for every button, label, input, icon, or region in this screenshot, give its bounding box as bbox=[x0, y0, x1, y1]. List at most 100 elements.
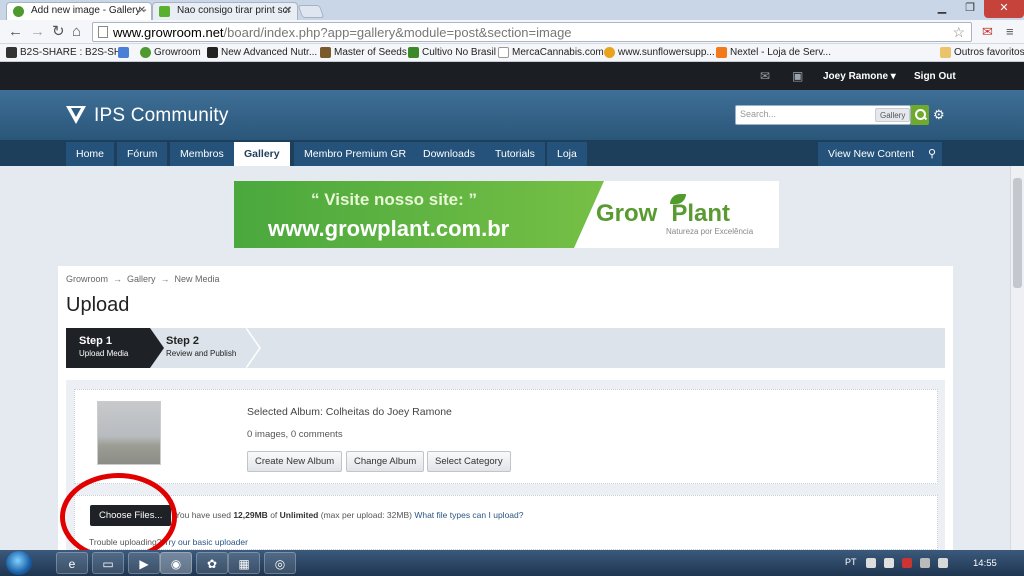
scrollbar[interactable] bbox=[1010, 166, 1024, 550]
folder-icon bbox=[940, 47, 951, 58]
step-2: Step 2 Review and Publish bbox=[166, 328, 256, 368]
browser-tab-strip: Add new image - Gallery - ✕ Nao consigo … bbox=[0, 0, 1024, 20]
search-button[interactable] bbox=[911, 105, 929, 125]
network-icon[interactable] bbox=[920, 558, 930, 568]
banner-quote: “ Visite nosso site: ” bbox=[311, 190, 477, 209]
album-counts: 0 images, 0 comments bbox=[247, 429, 343, 440]
upload-steps: Step 1 Upload Media Step 2 Review and Pu… bbox=[66, 328, 945, 368]
gmail-icon[interactable]: ✉ bbox=[982, 24, 993, 40]
nav-tab-membro-premium[interactable]: Membro Premium GR bbox=[294, 142, 417, 166]
nav-tab-membros[interactable]: Membros bbox=[170, 142, 234, 166]
security-icon[interactable] bbox=[902, 558, 912, 568]
bookmark-item[interactable]: Master of Seeds bbox=[320, 47, 407, 58]
tab-close-icon[interactable]: ✕ bbox=[138, 5, 146, 16]
bookmark-icon bbox=[320, 47, 331, 58]
bookmark-item[interactable]: B2S-SHARE : B2S-SH... bbox=[6, 47, 129, 58]
new-tab-button[interactable] bbox=[297, 5, 325, 18]
program-icon[interactable]: ◎ bbox=[264, 552, 296, 574]
reload-icon[interactable]: ↻ bbox=[52, 24, 65, 40]
page-title: Upload bbox=[66, 294, 130, 316]
other-bookmarks[interactable]: Outros favoritos bbox=[940, 47, 1024, 58]
selected-album: Selected Album: Colheitas do Joey Ramone bbox=[247, 406, 452, 418]
album-thumbnail bbox=[97, 401, 161, 465]
file-upload-box: Choose Files... You have used 12,29MB of… bbox=[74, 495, 938, 550]
sunflower-icon bbox=[604, 47, 615, 58]
bookmark-item[interactable]: Cultivo No Brasil bbox=[408, 47, 496, 58]
bookmark-icon bbox=[6, 47, 17, 58]
banner-brand: Grow Plant bbox=[596, 200, 731, 227]
main-navigation: Home Fórum Membros Gallery Membro Premiu… bbox=[0, 140, 1024, 166]
forward-arrow-icon[interactable]: → bbox=[30, 24, 45, 40]
program-icon[interactable]: ✿ bbox=[196, 552, 228, 574]
site-header: IPS Community Search... Gallery ⚙ bbox=[0, 90, 1024, 140]
volume-icon[interactable] bbox=[938, 558, 948, 568]
gear-icon[interactable]: ⚙ bbox=[933, 107, 945, 123]
program-icon[interactable]: ▦ bbox=[228, 552, 260, 574]
clock[interactable]: 14:55 bbox=[973, 558, 997, 569]
breadcrumb: Growroom → Gallery → New Media bbox=[66, 274, 220, 284]
nav-tab-gallery[interactable]: Gallery bbox=[234, 142, 290, 166]
red-annotation-circle bbox=[60, 473, 177, 561]
tray-arrow-icon[interactable] bbox=[866, 558, 876, 568]
chrome-icon[interactable]: ◉ bbox=[160, 552, 192, 574]
home-icon[interactable]: ⌂ bbox=[72, 24, 81, 40]
user-menu[interactable]: Joey Ramone ▾ bbox=[823, 71, 896, 82]
bookmark-item[interactable]: Growroom bbox=[140, 47, 201, 58]
nav-tab-forum[interactable]: Fórum bbox=[117, 142, 168, 166]
address-bar[interactable]: www.growroom.net/board/index.php?app=gal… bbox=[92, 22, 972, 42]
growplant-ad-banner[interactable]: “ Visite nosso site: ” www.growplant.com… bbox=[234, 181, 779, 248]
flag-icon[interactable] bbox=[884, 558, 894, 568]
step-number: Step 1 bbox=[79, 335, 113, 347]
basic-uploader-link[interactable]: Try our basic uploader bbox=[164, 537, 248, 547]
create-new-album-button[interactable]: Create New Album bbox=[247, 451, 343, 472]
tab-close-icon[interactable]: ✕ bbox=[284, 5, 292, 16]
growroom-icon bbox=[140, 47, 151, 58]
bookmark-star-icon[interactable]: ☆ bbox=[952, 24, 965, 41]
notifications-icon[interactable]: ▣ bbox=[792, 69, 803, 83]
bookmark-icon bbox=[207, 47, 218, 58]
minimize-icon[interactable]: ▁ bbox=[928, 0, 956, 18]
browser-tab-active[interactable]: Add new image - Gallery - ✕ bbox=[6, 2, 152, 20]
sign-out-link[interactable]: Sign Out bbox=[914, 71, 956, 82]
nextel-icon bbox=[716, 47, 727, 58]
back-arrow-icon[interactable]: ← bbox=[8, 24, 23, 40]
breadcrumb-item[interactable]: Growroom bbox=[66, 274, 108, 284]
explorer-folder-icon[interactable]: ▭ bbox=[92, 552, 124, 574]
bookmark-item[interactable]: Nextel - Loja de Serv... bbox=[716, 47, 831, 58]
bookmark-item[interactable]: www.sunflowersupp... bbox=[604, 47, 715, 58]
start-button[interactable] bbox=[6, 551, 32, 575]
file-types-link[interactable]: What file types can I upload? bbox=[414, 510, 523, 520]
maximize-icon[interactable]: ❐ bbox=[956, 0, 984, 18]
step-label: Upload Media bbox=[79, 349, 129, 358]
step-label: Review and Publish bbox=[166, 349, 237, 358]
banner-tagline: Natureza por Excelência bbox=[666, 227, 754, 236]
scrollbar-thumb[interactable] bbox=[1013, 178, 1022, 288]
map-pin-icon[interactable]: ⚲ bbox=[922, 142, 942, 166]
search-scope-selector[interactable]: Gallery bbox=[875, 108, 911, 122]
internet-explorer-icon[interactable]: e bbox=[56, 552, 88, 574]
bookmark-item[interactable]: New Advanced Nutr... bbox=[207, 47, 317, 58]
site-logo-text[interactable]: IPS Community bbox=[94, 105, 229, 127]
view-new-content-button[interactable]: View New Content bbox=[818, 142, 925, 166]
nav-tab-tutorials[interactable]: Tutorials bbox=[485, 142, 545, 166]
breadcrumb-item: New Media bbox=[174, 274, 220, 284]
browser-tab[interactable]: Nao consigo tirar print scr ✕ bbox=[152, 2, 298, 20]
media-player-icon[interactable]: ▶ bbox=[128, 552, 160, 574]
ips-logo-icon[interactable] bbox=[66, 104, 86, 124]
nav-tab-home[interactable]: Home bbox=[66, 142, 115, 166]
breadcrumb-item[interactable]: Gallery bbox=[127, 274, 156, 284]
change-album-button[interactable]: Change Album bbox=[346, 451, 425, 472]
language-indicator[interactable]: PT bbox=[845, 557, 857, 567]
growroom-favicon-icon bbox=[13, 6, 24, 17]
select-category-button[interactable]: Select Category bbox=[427, 451, 511, 472]
step-arrow bbox=[246, 328, 261, 368]
url-domain: www.growroom.net bbox=[113, 25, 224, 40]
menu-icon[interactable]: ≡ bbox=[1006, 24, 1014, 40]
nav-tab-loja[interactable]: Loja bbox=[547, 142, 587, 166]
bookmark-item[interactable]: MercaCannabis.com bbox=[498, 47, 604, 58]
growroom-favicon-icon bbox=[159, 6, 170, 17]
close-window-icon[interactable]: ✕ bbox=[984, 0, 1024, 18]
nav-tab-downloads[interactable]: Downloads bbox=[413, 142, 485, 166]
google-icon bbox=[118, 47, 129, 58]
inbox-icon[interactable]: ✉ bbox=[760, 69, 770, 83]
